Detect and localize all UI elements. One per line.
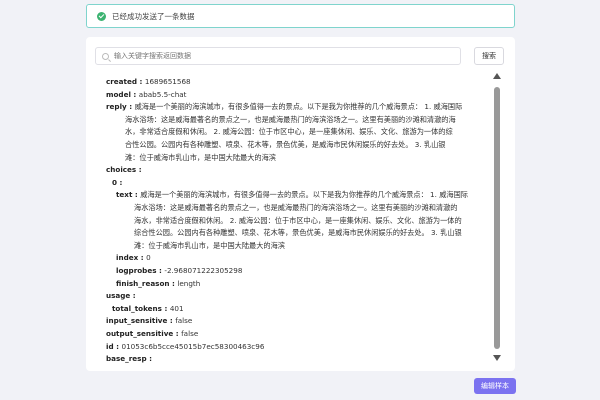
- field-choices: choices :: [106, 165, 142, 175]
- choice-index-0: 0 :: [112, 177, 123, 187]
- reply-value-line: 合性公园。公园内有各种雕塑、喷泉、花木等，景色优美，是威海市民休闲娱乐的好去处。…: [125, 140, 446, 149]
- model-value: abab5.5-chat: [138, 89, 187, 99]
- scroll-up-arrow-icon[interactable]: [493, 73, 501, 79]
- field-logprobes: logprobes : -2.968071222305298: [116, 266, 243, 275]
- search-icon: [102, 52, 109, 60]
- search-input[interactable]: [114, 52, 444, 60]
- reply-value-line: 海水浴场：这是威海最著名的景点之一，也是威海最热门的海滨浴场之一。这里有美丽的沙…: [125, 114, 456, 124]
- json-viewer: created : 1689651568 model : abab5.5-cha…: [106, 76, 491, 363]
- text-value-line: 威海是一个美丽的海滨城市，有很多值得一去的景点。以下是我为你推荐的几个威海景点：…: [140, 190, 468, 200]
- search-button[interactable]: 搜索: [474, 47, 504, 65]
- finish-reason-value: length: [177, 278, 201, 288]
- reply-value-line: 滩：位于威海市乳山市，是中国大陆最大的海滨: [125, 152, 276, 162]
- input-sensitive-value: false: [175, 316, 193, 326]
- field-model: model : abab5.5-chat: [106, 89, 187, 99]
- field-reply: reply : 威海是一个美丽的海滨城市，有很多值得一去的景点。以下是我为你推荐…: [106, 102, 463, 112]
- field-id: id : 01053c6b5cce45015b7ec58300463c96: [106, 341, 265, 351]
- field-index: index : 0: [116, 253, 151, 263]
- edit-sample-button[interactable]: 编辑样本: [474, 378, 516, 394]
- success-toast: 已经成功发送了一条数据: [86, 4, 515, 28]
- id-value: 01053c6b5cce45015b7ec58300463c96: [121, 341, 265, 351]
- field-usage: usage :: [106, 291, 136, 301]
- field-output-sensitive: output_sensitive : false: [106, 329, 199, 338]
- field-finish-reason: finish_reason : length: [116, 278, 201, 288]
- field-total-tokens: total_tokens : 401: [112, 303, 184, 313]
- created-value: 1689651568: [144, 77, 191, 86]
- logprobes-value: -2.968071222305298: [164, 266, 243, 275]
- check-circle-icon: [97, 11, 106, 21]
- output-sensitive-value: false: [181, 329, 199, 338]
- total-tokens-value: 401: [169, 303, 184, 313]
- field-text: text : 威海是一个美丽的海滨城市，有很多值得一去的景点。以下是我为你推荐的…: [116, 190, 468, 200]
- toast-message: 已经成功发送了一条数据: [112, 11, 195, 21]
- field-input-sensitive: input_sensitive : false: [106, 316, 193, 326]
- scroll-down-arrow-icon[interactable]: [493, 355, 501, 361]
- vertical-scrollbar[interactable]: [492, 73, 502, 361]
- text-value-line: 海水，非常适合度假和休闲。 2. 威海公园：位于市区中心，是一座集休闲、娱乐、文…: [134, 215, 462, 225]
- text-value-line: 海水浴场：这是威海最著名的景点之一，也是威海最热门的海滨浴场之一。这里有美丽的沙…: [134, 203, 458, 212]
- index-value: 0: [146, 253, 151, 263]
- text-value-line: 滩：位于威海市乳山市，是中国大陆最大的海滨: [134, 240, 285, 250]
- scrollbar-thumb[interactable]: [494, 87, 500, 349]
- field-created: created : 1689651568: [106, 77, 191, 86]
- field-base-resp: base_resp :: [106, 354, 152, 364]
- reply-value-line: 水，非常适合度假和休闲。 2. 威海公园：位于市区中心，是一座集休闲、娱乐、文化…: [125, 127, 453, 137]
- reply-value-line: 威海是一个美丽的海滨城市，有很多值得一去的景点。以下是我为你推荐的几个威海景点：…: [134, 102, 463, 112]
- search-field[interactable]: [95, 47, 461, 65]
- response-panel: 搜索 created : 1689651568 model : abab5.5-…: [86, 37, 515, 371]
- text-value-line: 综合性公园。公园内有各种雕塑、喷泉、花木等，景色优美，是威海市民休闲娱乐的好去处…: [134, 228, 462, 238]
